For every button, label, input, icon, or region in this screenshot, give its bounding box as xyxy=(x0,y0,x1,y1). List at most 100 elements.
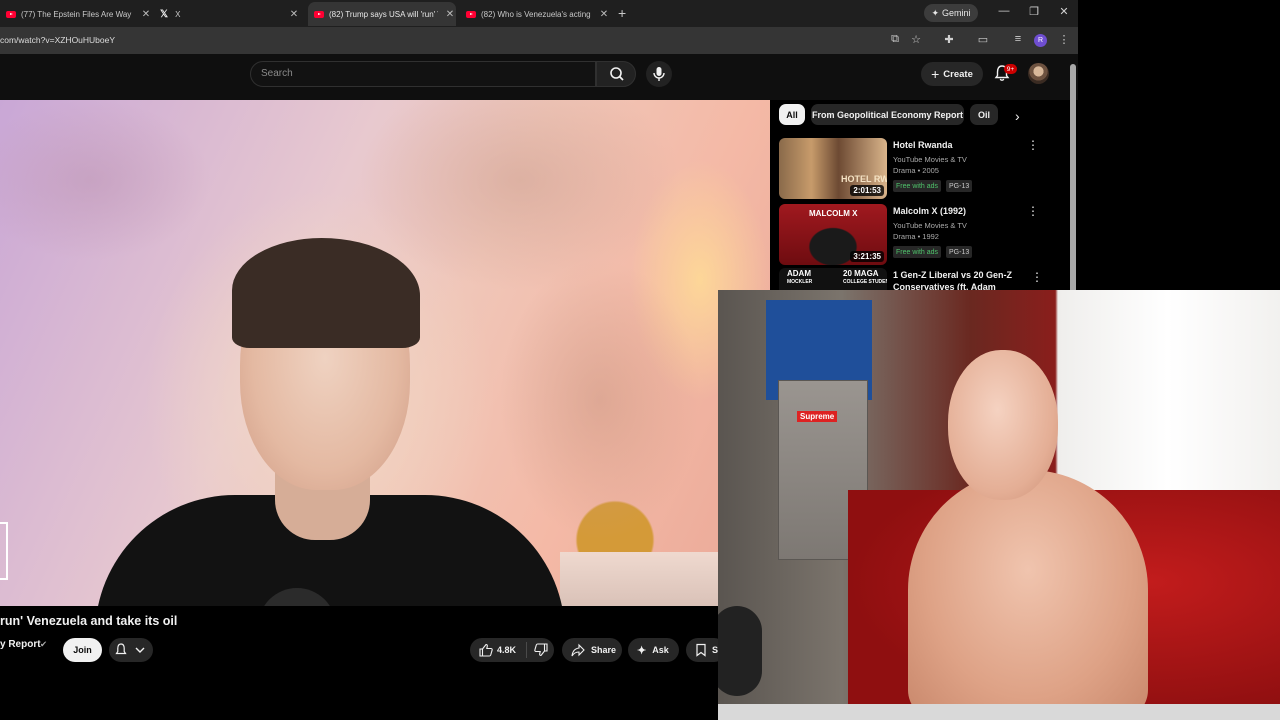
sparkle-icon: ✦ xyxy=(637,644,647,657)
media-controls-icon[interactable]: ≡ xyxy=(1011,33,1025,45)
recommendation-item[interactable]: HOTEL RW 2:01:53 Hotel Rwanda YouTube Mo… xyxy=(779,138,1069,200)
ask-label: Ask xyxy=(652,645,669,655)
recommendation-title-line-2[interactable]: Conservatives (ft. Adam xyxy=(893,282,996,290)
video-thumbnail[interactable]: ADAM MOCKLER 20 MAGA COLLEGE STUDENTS xyxy=(779,268,887,290)
close-window-icon[interactable]: ✕ xyxy=(1056,5,1072,18)
close-tab-icon[interactable]: ✕ xyxy=(444,9,456,20)
close-tab-icon[interactable]: ✕ xyxy=(140,9,152,20)
chip-from-channel[interactable]: From Geopolitical Economy Report xyxy=(811,104,964,125)
webcam-overlay: Supreme xyxy=(718,290,1280,720)
recommendation-item[interactable]: ADAM MOCKLER 20 MAGA COLLEGE STUDENTS 1 … xyxy=(779,268,1069,290)
search-icon xyxy=(610,67,624,81)
tab-title: (77) The Epstein Files Are Way xyxy=(21,9,132,19)
address-bar-row: com/watch?v=XZHOuHUboeY ⧉ ☆ ✚ ▭ ≡ R ⋮ xyxy=(0,27,1078,54)
video-thumbnail[interactable]: HOTEL RW 2:01:53 xyxy=(779,138,887,199)
thumbnail-poster-text: MALCOLM X xyxy=(809,209,858,218)
recommendation-item[interactable]: MALCOLM X 3:21:35 Malcolm X (1992) YouTu… xyxy=(779,204,1069,266)
thumbnail-left-line-2: MOCKLER xyxy=(787,279,813,285)
reading-list-icon[interactable]: ▭ xyxy=(976,33,990,46)
webcam-person-head xyxy=(948,350,1058,500)
search-button[interactable] xyxy=(596,61,636,87)
recommendation-title[interactable]: Malcolm X (1992) xyxy=(893,206,966,216)
youtube-favicon-icon xyxy=(314,10,324,18)
recommendation-title[interactable]: Hotel Rwanda xyxy=(893,140,953,150)
join-button[interactable]: Join xyxy=(63,638,102,662)
more-options-kebab-icon[interactable]: ⋮ xyxy=(1031,270,1043,284)
chip-oil[interactable]: Oil xyxy=(970,104,998,125)
youtube-masthead: Search + Create xyxy=(0,54,1078,100)
sparkle-icon: ✦ xyxy=(931,7,940,18)
recommendation-meta: Drama • 2005 xyxy=(893,166,939,175)
duration-badge: 3:21:35 xyxy=(850,251,884,262)
video-thumbnail[interactable]: MALCOLM X 3:21:35 xyxy=(779,204,887,265)
thumbs-up-icon[interactable] xyxy=(478,642,494,658)
browser-tab-3-active[interactable]: (82) Trump says USA will 'run' V ✕ xyxy=(308,2,456,26)
like-count[interactable]: 4.8K xyxy=(497,645,516,655)
thumbnail-left-line-1: ADAM xyxy=(787,269,811,278)
more-options-kebab-icon[interactable]: ⋮ xyxy=(1027,138,1039,152)
microphone-icon xyxy=(653,67,665,81)
bell-icon xyxy=(115,643,145,655)
url-field[interactable]: com/watch?v=XZHOuHUboeY xyxy=(0,35,115,45)
browser-menu-kebab-icon[interactable]: ⋮ xyxy=(1057,33,1071,46)
presenter-hair xyxy=(232,238,420,348)
create-button[interactable]: + Create xyxy=(921,62,983,86)
rating-badge: PG-13 xyxy=(946,246,973,258)
plus-icon: + xyxy=(931,66,940,82)
thumbnail-right-text: 20 MAGA COLLEGE STUDENTS xyxy=(843,270,887,286)
install-app-icon[interactable]: ⧉ xyxy=(888,33,902,46)
ask-button[interactable]: ✦ Ask xyxy=(628,638,679,662)
close-tab-icon[interactable]: ✕ xyxy=(288,9,300,20)
duration-badge: 2:01:53 xyxy=(850,185,884,196)
recommendation-meta: Drama • 1992 xyxy=(893,232,939,241)
thumbnail-poster-text: HOTEL RW xyxy=(841,174,887,184)
webcam-microphone xyxy=(718,606,762,696)
share-arrow-icon xyxy=(571,643,585,657)
extensions-icon[interactable]: ✚ xyxy=(942,33,956,46)
browser-profile-avatar[interactable]: R xyxy=(1034,34,1047,47)
tab-title: (82) Who is Venezuela's acting xyxy=(481,9,591,19)
voice-search-button[interactable] xyxy=(646,61,672,87)
channel-name[interactable]: y Report xyxy=(0,639,41,650)
webcam-person-torso xyxy=(908,470,1148,720)
share-label: Share xyxy=(591,645,617,655)
video-player[interactable] xyxy=(0,100,770,606)
like-divider xyxy=(526,642,527,658)
notification-count-badge: 9+ xyxy=(1004,64,1017,74)
youtube-favicon-icon xyxy=(466,10,476,18)
thumbs-down-icon[interactable] xyxy=(533,642,549,658)
browser-tab-strip: (77) The Epstein Files Are Way ✕ 𝕏 X ✕ (… xyxy=(0,0,1078,27)
webcam-sticker-text: Supreme xyxy=(797,411,838,422)
maximize-icon[interactable]: ❐ xyxy=(1026,5,1042,18)
browser-tab-4[interactable]: (82) Who is Venezuela's acting ✕ xyxy=(466,2,610,26)
screen: (77) The Epstein Files Are Way ✕ 𝕏 X ✕ (… xyxy=(0,0,1280,720)
rating-badge: PG-13 xyxy=(946,180,973,192)
tab-title: X xyxy=(175,9,181,19)
gemini-button[interactable]: ✦ Gemini xyxy=(924,4,978,22)
x-favicon-icon: 𝕏 xyxy=(160,8,169,20)
close-tab-icon[interactable]: ✕ xyxy=(598,9,610,20)
like-dislike-group: 4.8K xyxy=(470,638,554,662)
search-placeholder: Search xyxy=(261,68,293,79)
account-avatar[interactable] xyxy=(1028,63,1049,84)
share-button[interactable]: Share xyxy=(562,638,622,662)
more-options-kebab-icon[interactable]: ⋮ xyxy=(1027,204,1039,218)
browser-tab-2[interactable]: 𝕏 X ✕ xyxy=(160,2,300,26)
create-label: Create xyxy=(943,68,973,80)
recommendation-channel: YouTube Movies & TV xyxy=(893,221,967,230)
bookmark-star-icon[interactable]: ☆ xyxy=(909,33,923,46)
new-tab-plus-icon[interactable]: + xyxy=(618,5,626,21)
youtube-favicon-icon xyxy=(6,10,16,18)
browser-tab-1[interactable]: (77) The Epstein Files Are Way ✕ xyxy=(6,2,152,26)
thumbnail-right-line-1: 20 MAGA xyxy=(843,269,879,278)
subscription-notification-button[interactable] xyxy=(109,638,153,662)
recommendation-title[interactable]: 1 Gen-Z Liberal vs 20 Gen-Z xyxy=(893,270,1012,280)
webcam-desk-edge xyxy=(718,704,1280,720)
chevron-right-icon[interactable]: › xyxy=(1015,108,1020,124)
verified-check-icon: ✔ xyxy=(40,639,48,649)
video-title: run' Venezuela and take its oil xyxy=(0,614,178,628)
free-with-ads-badge: Free with ads xyxy=(893,246,942,258)
chip-all[interactable]: All xyxy=(779,104,805,125)
search-input[interactable]: Search xyxy=(250,61,596,87)
minimize-icon[interactable]: — xyxy=(996,5,1012,17)
